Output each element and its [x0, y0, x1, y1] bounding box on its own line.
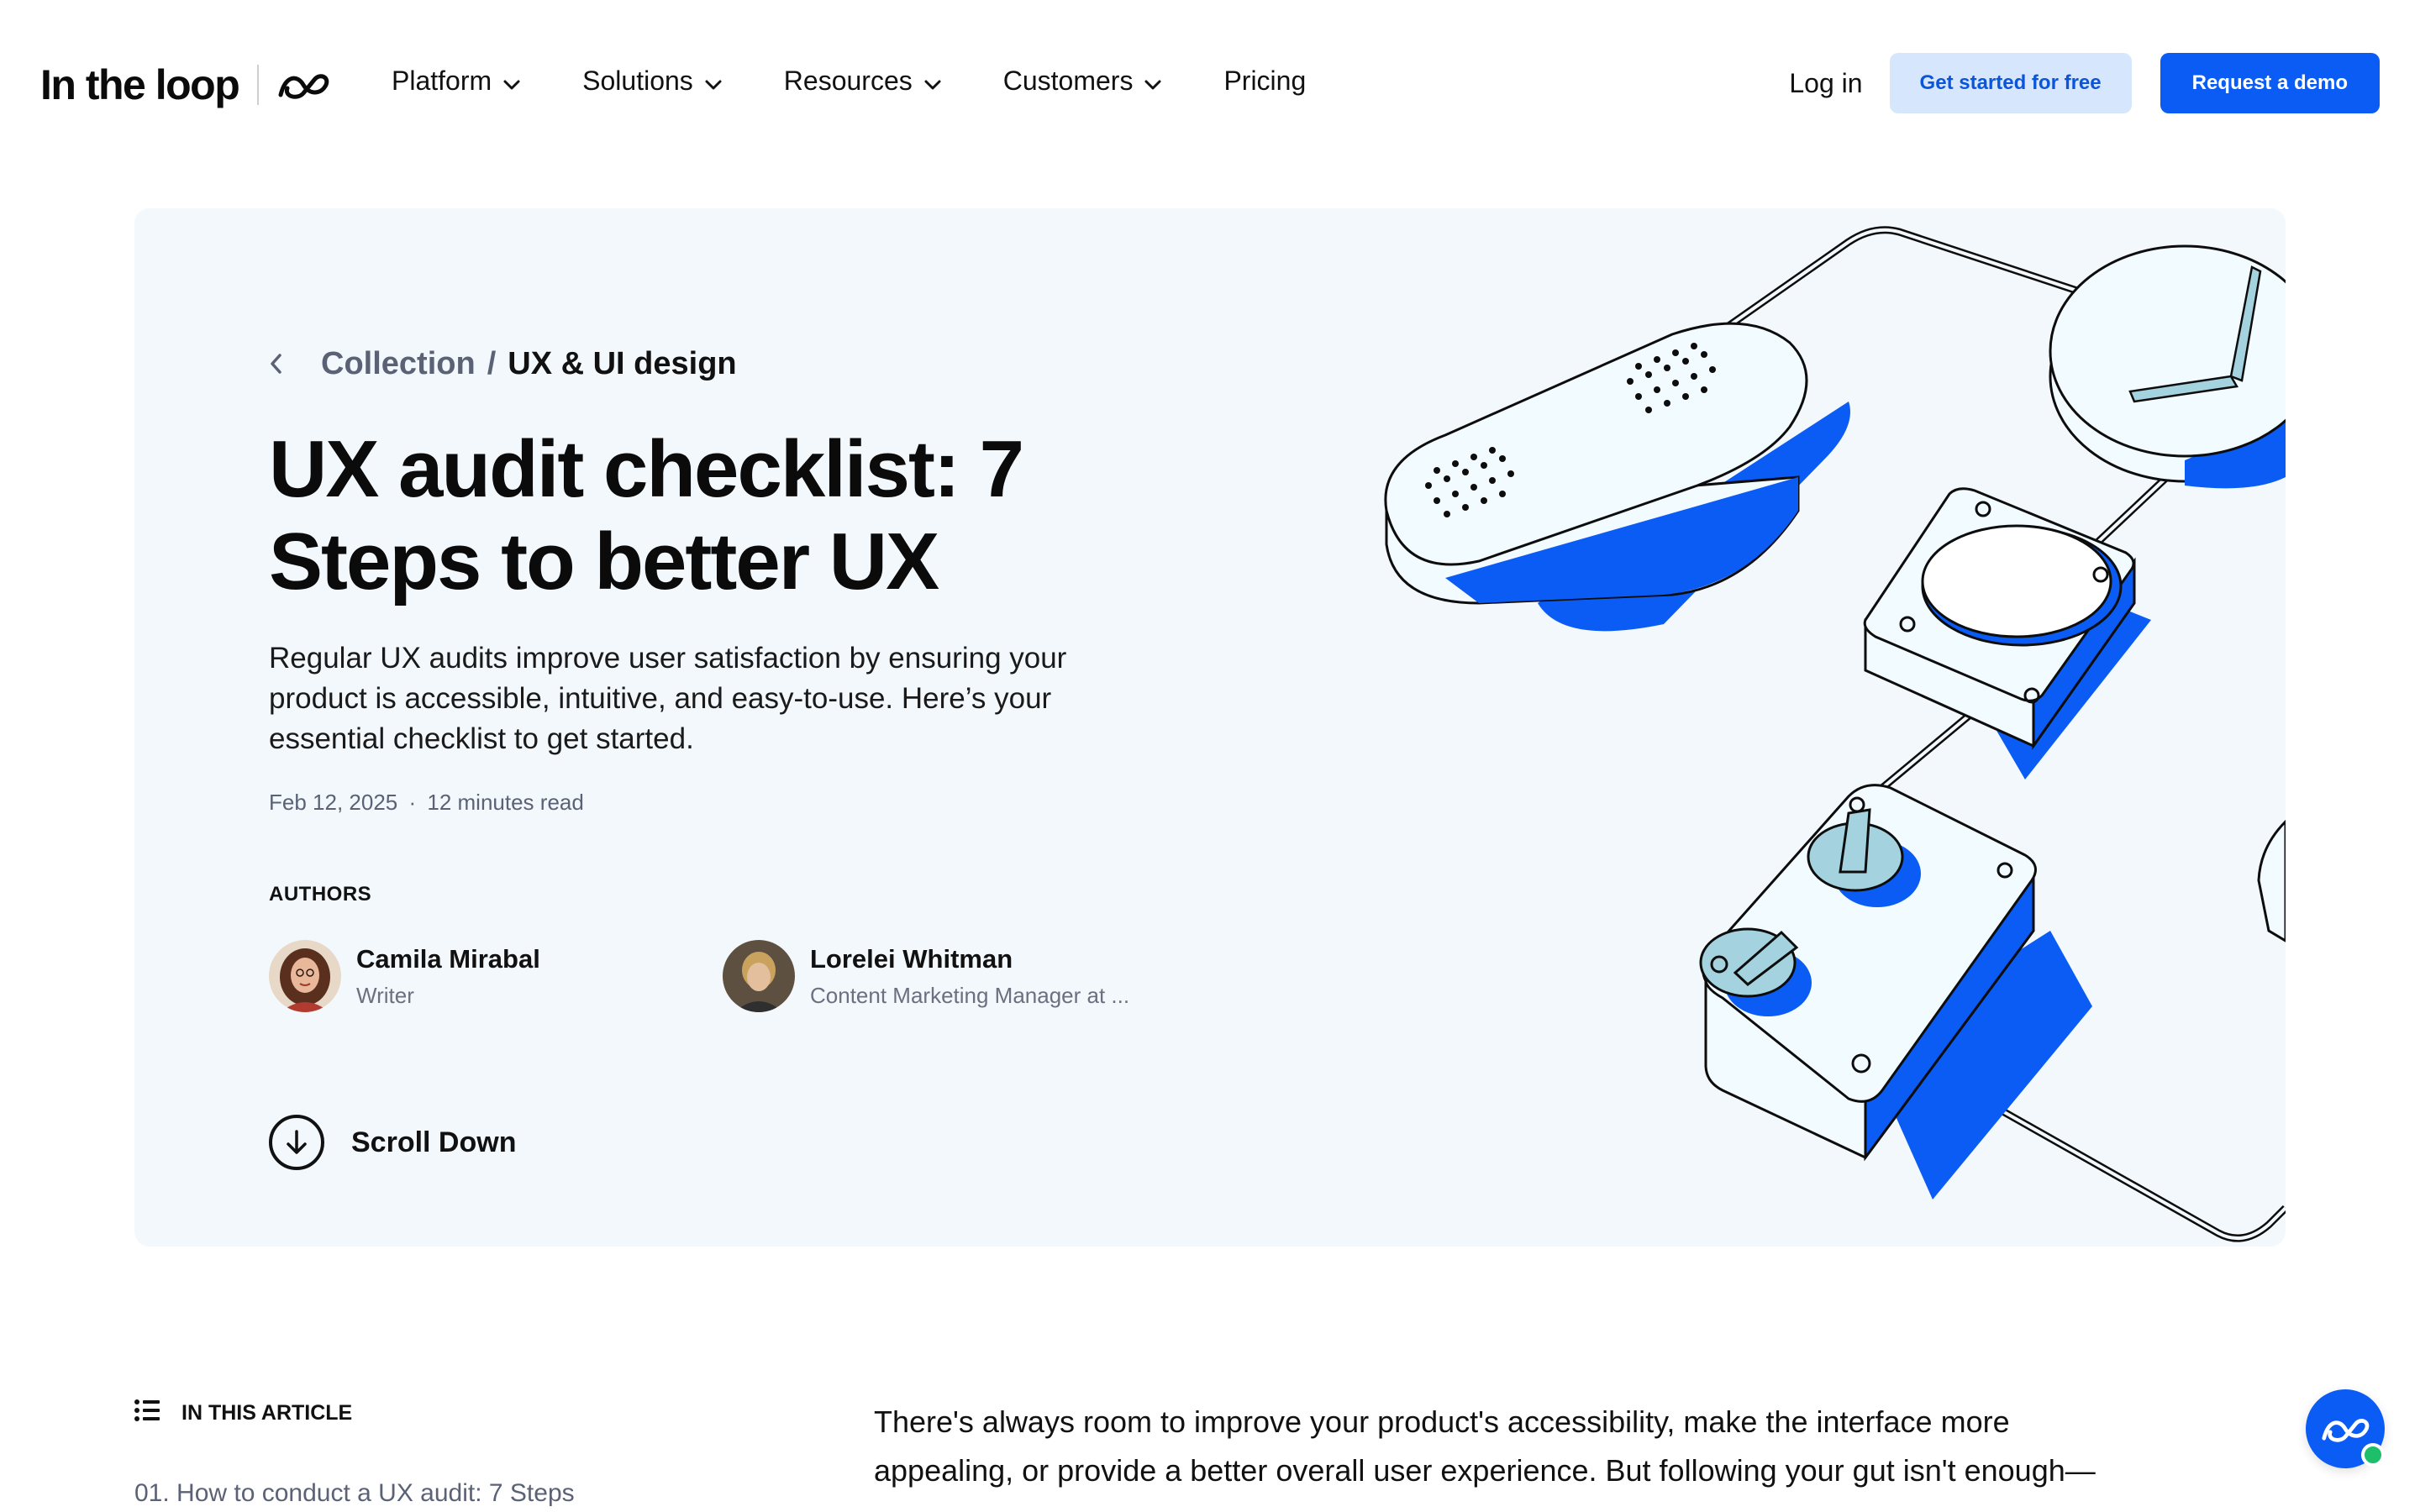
hero-illustration: [1384, 226, 2286, 1242]
author-card[interactable]: Camila Mirabal Writer: [269, 940, 723, 1012]
request-demo-button[interactable]: Request a demo: [2160, 53, 2380, 113]
hero-content: Collection / UX & UI design UX audit che…: [269, 343, 1235, 1170]
publish-date: Feb 12, 2025: [269, 790, 398, 815]
main-menu: Platform Solutions Resources Customers P…: [392, 66, 1306, 97]
avatar: [269, 940, 341, 1012]
nav-customers-label: Customers: [1002, 66, 1134, 96]
nav-platform-label: Platform: [392, 66, 492, 96]
meta-separator: ·: [408, 790, 417, 815]
header-actions: Log in Get started for free Request a de…: [1789, 53, 2380, 113]
article-hero: Collection / UX & UI design UX audit che…: [134, 208, 2286, 1247]
toc-item[interactable]: 01. How to conduct a UX audit: 7 Steps: [134, 1479, 723, 1508]
breadcrumb-collection[interactable]: Collection: [321, 346, 476, 382]
login-link[interactable]: Log in: [1789, 68, 1862, 99]
infinity-loop-icon: [277, 70, 329, 100]
avatar: [723, 940, 795, 1012]
nav-platform[interactable]: Platform: [392, 66, 520, 97]
chevron-down-icon: [1144, 66, 1161, 97]
article-subtitle: Regular UX audits improve user satisfact…: [269, 642, 1067, 755]
nav-resources[interactable]: Resources: [784, 66, 941, 97]
authors-heading: AUTHORS: [269, 883, 372, 906]
nav-solutions[interactable]: Solutions: [582, 66, 722, 97]
breadcrumb-current[interactable]: UX & UI design: [508, 346, 736, 382]
authors-list: Camila Mirabal Writer Lorelei Whitman Co…: [269, 940, 1235, 1012]
chevron-left-icon[interactable]: [269, 347, 302, 381]
author-name: Camila Mirabal: [356, 943, 540, 974]
chevron-down-icon: [503, 66, 520, 97]
nav-resources-label: Resources: [783, 66, 913, 96]
author-card[interactable]: Lorelei Whitman Content Marketing Manage…: [723, 940, 1176, 1012]
article-meta: Feb 12, 2025 · 12 minutes read: [269, 790, 1235, 816]
get-started-button[interactable]: Get started for free: [1889, 53, 2132, 113]
toc-heading-label: IN THIS ARTICLE: [182, 1401, 353, 1425]
read-time: 12 minutes read: [427, 790, 584, 815]
author-role: Content Marketing Manager at ...: [810, 982, 1130, 1008]
toc-heading: IN THIS ARTICLE: [134, 1399, 723, 1427]
nav-pricing-label: Pricing: [1223, 66, 1307, 96]
article-title: UX audit checklist: 7 Steps to better UX: [269, 424, 1024, 606]
logo-divider: [257, 65, 260, 105]
top-navigation: In the loop Platform Solutions Resources…: [0, 0, 2420, 168]
scroll-down-button[interactable]: Scroll Down: [269, 1115, 1235, 1170]
author-role: Writer: [356, 982, 414, 1008]
breadcrumb-separator: /: [487, 345, 497, 381]
online-status-indicator: [2361, 1443, 2385, 1467]
arrow-down-icon: [269, 1115, 324, 1170]
chevron-down-icon: [705, 66, 722, 97]
nav-customers[interactable]: Customers: [1003, 66, 1162, 97]
list-icon: [134, 1399, 160, 1427]
article-body: There's always room to improve your prod…: [874, 1398, 2134, 1495]
site-logo[interactable]: In the loop: [40, 55, 329, 114]
chevron-down-icon: [924, 66, 941, 97]
breadcrumb: Collection / UX & UI design: [269, 343, 1235, 385]
logo-text: In the loop: [40, 61, 240, 108]
table-of-contents: IN THIS ARTICLE 01. How to conduct a UX …: [134, 1399, 723, 1508]
nav-solutions-label: Solutions: [582, 66, 693, 96]
scroll-down-label: Scroll Down: [351, 1126, 517, 1158]
author-name: Lorelei Whitman: [810, 943, 1013, 974]
article-intro: There's always room to improve your prod…: [874, 1404, 2096, 1488]
nav-pricing[interactable]: Pricing: [1223, 66, 1306, 97]
